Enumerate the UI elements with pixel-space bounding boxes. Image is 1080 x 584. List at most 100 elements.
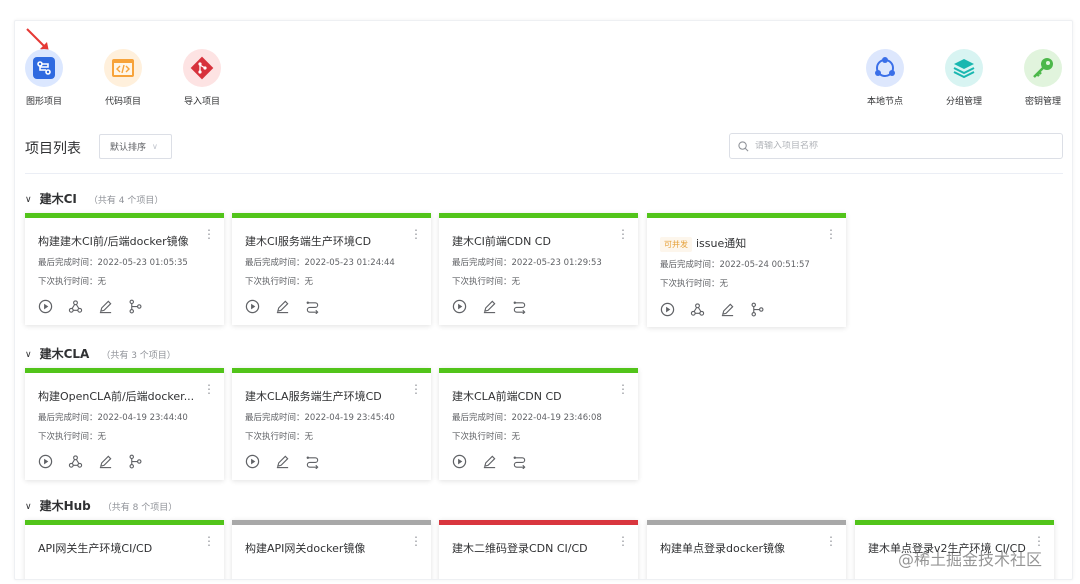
group-count: （共有 3 个项目） [101, 351, 176, 361]
project-card[interactable]: 构建单点登录docker镜像 ⋮ [647, 520, 846, 579]
edit-icon[interactable] [481, 298, 498, 315]
next-run-time: 下次执行时间：无 [452, 432, 521, 442]
more-icon[interactable]: ⋮ [825, 535, 837, 547]
play-icon[interactable] [37, 453, 54, 470]
more-icon[interactable]: ⋮ [617, 228, 629, 240]
project-card[interactable]: 构建OpenCLA前/后端docker... ⋮ 最后完成时间：2022-04-… [25, 368, 224, 480]
import-project-button[interactable]: 导入项目 [167, 49, 237, 107]
project-card[interactable]: 建木CLA服务端生产环境CD ⋮ 最后完成时间：2022-04-19 23:45… [232, 368, 431, 480]
webhook-icon[interactable] [67, 298, 84, 315]
chevron-down-icon: ∨ [25, 502, 32, 512]
project-card[interactable]: 可并发 issue通知 ⋮ 最后完成时间：2022-05-24 00:51:57 … [647, 213, 846, 327]
search-box[interactable] [729, 133, 1063, 159]
group-name: 建木Hub [39, 499, 91, 513]
next-run-time: 下次执行时间：无 [245, 432, 314, 442]
group-manage-label: 分组管理 [945, 97, 982, 107]
last-done-time: 最后完成时间：2022-04-19 23:44:40 [38, 413, 188, 423]
next-run-time: 下次执行时间：无 [452, 277, 521, 287]
project-card[interactable]: 建木CI服务端生产环境CD ⋮ 最后完成时间：2022-05-23 01:24:… [232, 213, 431, 325]
next-run-time: 下次执行时间：无 [38, 277, 107, 287]
graphic-project-label: 图形项目 [25, 97, 62, 107]
more-icon[interactable]: ⋮ [617, 383, 629, 395]
more-icon[interactable]: ⋮ [203, 228, 215, 240]
concurrent-badge: 可并发 [660, 237, 692, 252]
webhook-icon[interactable] [689, 301, 706, 318]
local-node-button[interactable]: 本地节点 [850, 49, 920, 107]
workflow-icon[interactable] [511, 453, 528, 470]
last-done-time: 最后完成时间：2022-05-23 01:05:35 [38, 258, 188, 268]
group-header-ci[interactable]: ∨ 建木CI （共有 4 个项目） [25, 190, 163, 207]
project-title: 构建OpenCLA前/后端docker... [38, 390, 195, 403]
next-run-time: 下次执行时间：无 [660, 279, 729, 289]
sort-dropdown[interactable]: 默认排序 ∨ [99, 134, 172, 159]
project-title: 建木CLA前端CDN CD [452, 390, 562, 403]
play-icon[interactable] [37, 298, 54, 315]
share-nodes-icon [866, 49, 904, 87]
group-count: （共有 8 个项目） [102, 503, 178, 513]
last-done-time: 最后完成时间：2022-04-19 23:46:08 [452, 413, 602, 423]
project-title: API网关生产环境CI/CD [38, 542, 153, 555]
branch-icon[interactable] [749, 301, 766, 318]
project-card[interactable]: 建木CI前端CDN CD ⋮ 最后完成时间：2022-05-23 01:29:5… [439, 213, 638, 325]
play-icon[interactable] [659, 301, 676, 318]
project-card[interactable]: 构建建木CI前/后端docker镜像 ⋮ 最后完成时间：2022-05-23 0… [25, 213, 224, 325]
workflow-icon[interactable] [304, 298, 321, 315]
more-icon[interactable]: ⋮ [410, 228, 422, 240]
next-run-time: 下次执行时间：无 [245, 277, 314, 287]
watermark: @稀土掘金技术社区 [898, 550, 1043, 569]
key-manage-button[interactable]: 密钥管理 [1008, 49, 1072, 107]
last-done-time: 最后完成时间：2022-05-24 00:51:57 [660, 260, 810, 270]
project-title: 构建建木CI前/后端docker镜像 [38, 235, 189, 248]
code-project-button[interactable]: 代码项目 [88, 49, 158, 107]
group-header-cla[interactable]: ∨ 建木CLA （共有 3 个项目） [25, 345, 176, 362]
layers-icon [945, 49, 983, 87]
project-list-title: 项目列表 [25, 141, 81, 157]
edit-icon[interactable] [97, 453, 114, 470]
edit-icon[interactable] [274, 453, 291, 470]
more-icon[interactable]: ⋮ [203, 383, 215, 395]
sort-label: 默认排序 [110, 143, 147, 153]
edit-icon[interactable] [274, 298, 291, 315]
project-title: 构建API网关docker镜像 [245, 542, 366, 555]
more-icon[interactable]: ⋮ [410, 535, 422, 547]
edit-icon[interactable] [97, 298, 114, 315]
code-project-icon [104, 49, 142, 87]
key-icon [1024, 49, 1062, 87]
group-manage-button[interactable]: 分组管理 [929, 49, 999, 107]
project-card[interactable]: 构建API网关docker镜像 ⋮ [232, 520, 431, 579]
search-input[interactable] [755, 141, 1035, 151]
project-card[interactable]: API网关生产环境CI/CD ⋮ [25, 520, 224, 579]
workflow-icon[interactable] [511, 298, 528, 315]
project-title: 建木二维码登录CDN CI/CD [452, 542, 588, 555]
import-project-label: 导入项目 [183, 97, 220, 107]
webhook-icon[interactable] [67, 453, 84, 470]
more-icon[interactable]: ⋮ [410, 383, 422, 395]
branch-icon[interactable] [127, 298, 144, 315]
last-done-time: 最后完成时间：2022-05-23 01:24:44 [245, 258, 395, 268]
project-title: issue通知 [696, 237, 747, 250]
graphic-project-button[interactable]: 图形项目 [15, 49, 79, 107]
next-run-time: 下次执行时间：无 [38, 432, 107, 442]
play-icon[interactable] [244, 298, 261, 315]
edit-icon[interactable] [719, 301, 736, 318]
play-icon[interactable] [451, 298, 468, 315]
last-done-time: 最后完成时间：2022-05-23 01:29:53 [452, 258, 602, 268]
project-title: 建木CI前端CDN CD [452, 235, 551, 248]
play-icon[interactable] [244, 453, 261, 470]
group-count: （共有 4 个项目） [88, 196, 164, 206]
project-card[interactable]: 建木CLA前端CDN CD ⋮ 最后完成时间：2022-04-19 23:46:… [439, 368, 638, 480]
group-header-hub[interactable]: ∨ 建木Hub （共有 8 个项目） [25, 497, 177, 514]
play-icon[interactable] [451, 453, 468, 470]
edit-icon[interactable] [481, 453, 498, 470]
project-card[interactable]: 建木二维码登录CDN CI/CD ⋮ [439, 520, 638, 579]
more-icon[interactable]: ⋮ [825, 228, 837, 240]
project-title: 构建单点登录docker镜像 [660, 542, 786, 555]
key-manage-label: 密钥管理 [1024, 97, 1061, 107]
project-title: 建木CLA服务端生产环境CD [245, 390, 382, 403]
workflow-icon[interactable] [304, 453, 321, 470]
more-icon[interactable]: ⋮ [203, 535, 215, 547]
import-project-icon [183, 49, 221, 87]
more-icon[interactable]: ⋮ [617, 535, 629, 547]
branch-icon[interactable] [127, 453, 144, 470]
project-panel: 图形项目 代码项目 导入项目 本地节点 分组管理 密钥管理 项目列表 默认排序 … [14, 20, 1073, 580]
